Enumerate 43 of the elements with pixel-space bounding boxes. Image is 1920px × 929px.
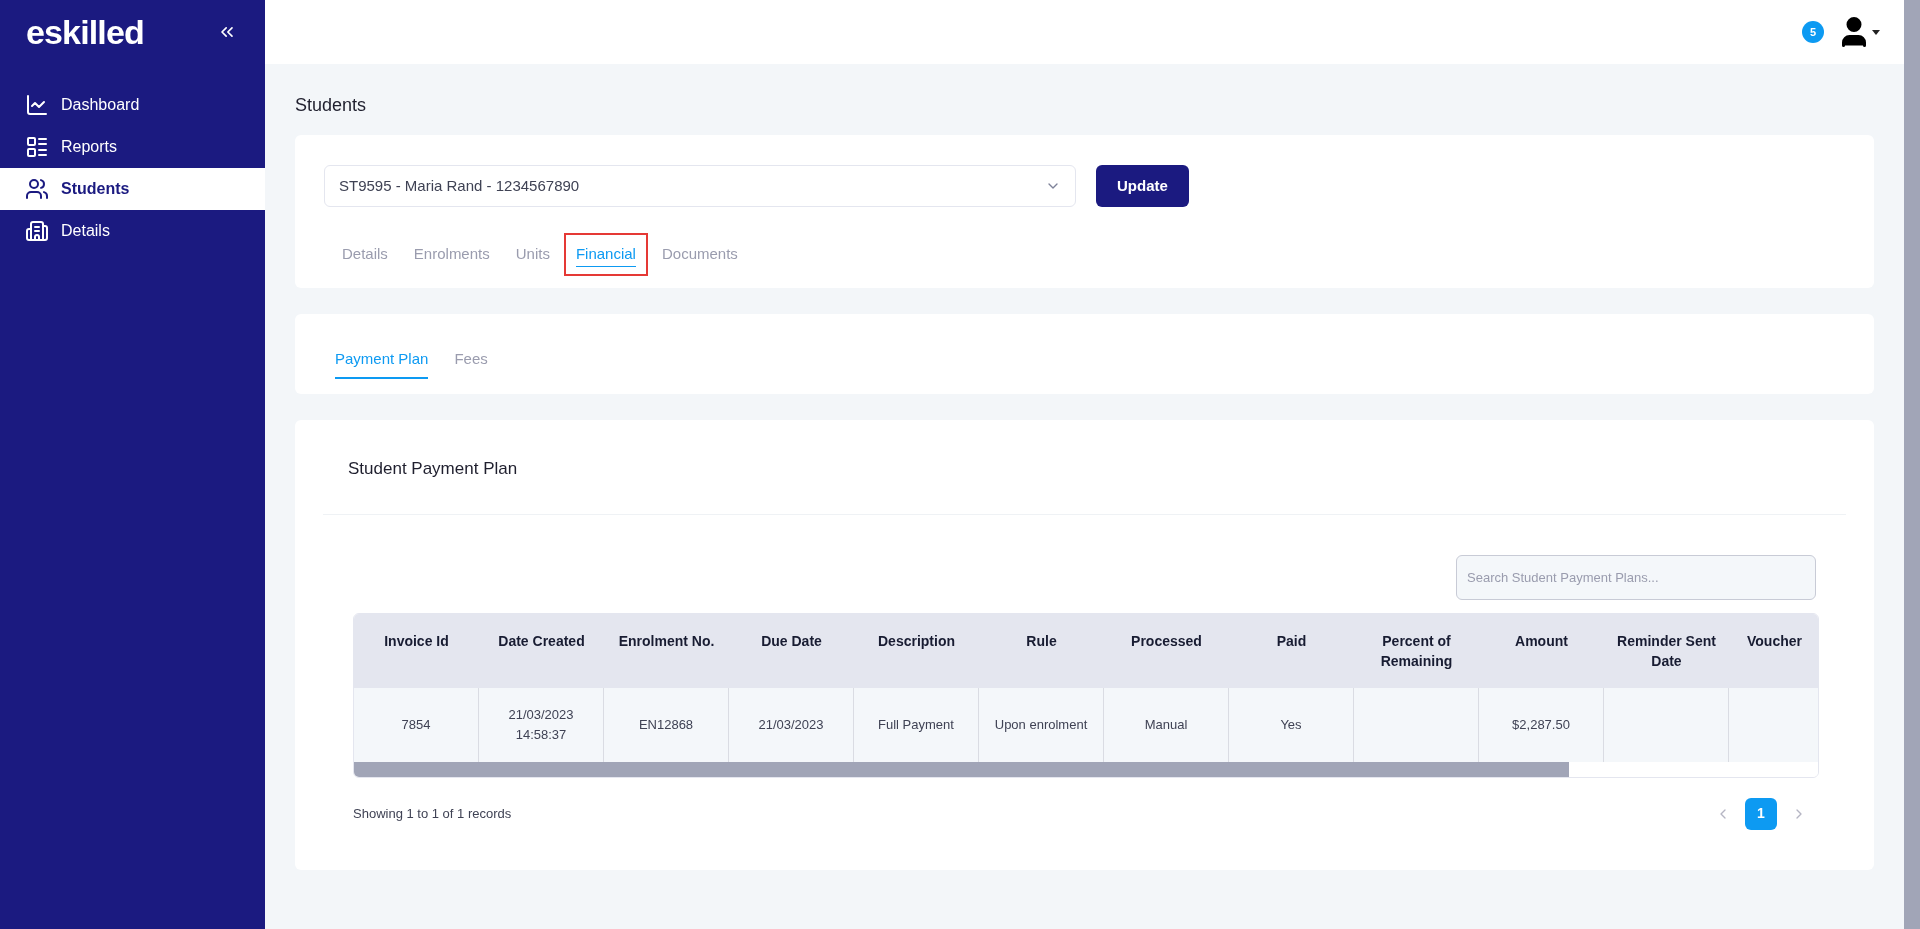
column-header[interactable]: Due Date: [761, 630, 822, 688]
table-cell: $2,287.50: [1479, 687, 1604, 762]
table-cell: 21/03/2023: [729, 687, 854, 762]
list-icon: [25, 135, 49, 159]
column-header[interactable]: Percent of Remaining: [1358, 630, 1475, 688]
student-select[interactable]: ST9595 - Maria Rand - 1234567890: [324, 165, 1076, 207]
column-header[interactable]: Description: [878, 630, 955, 688]
column-header[interactable]: Voucher: [1747, 630, 1802, 688]
column-header[interactable]: Date Created: [498, 630, 585, 688]
line-chart-icon: [25, 93, 49, 117]
sidebar-label: Students: [61, 179, 130, 199]
column-header[interactable]: Rule: [1026, 630, 1057, 688]
table-cell: Upon enrolment: [979, 687, 1104, 762]
sidebar-item[interactable]: Details: [0, 210, 265, 252]
column-header[interactable]: Reminder Sent Date: [1608, 630, 1725, 688]
panel-title: Student Payment Plan: [348, 457, 518, 480]
table-cell: Yes: [1229, 687, 1354, 762]
page-scrollbar[interactable]: [1904, 0, 1920, 929]
sidebar-item[interactable]: Reports: [0, 126, 265, 168]
sidebar-label: Dashboard: [61, 95, 140, 115]
sidebar-item[interactable]: Dashboard: [0, 84, 265, 126]
search-field[interactable]: Search Student Payment Plans...: [1456, 554, 1816, 600]
table-cell: EN12868: [604, 687, 729, 762]
sidebar-item[interactable]: Students: [0, 168, 265, 210]
users-icon: [25, 177, 49, 201]
building-icon: [25, 219, 49, 243]
logo[interactable]: eskilled: [26, 6, 144, 58]
column-header[interactable]: Invoice Id: [384, 630, 449, 688]
sidebar-label: Reports: [61, 137, 118, 157]
table-cell: 7854: [354, 687, 479, 762]
select-value: ST9595 - Maria Rand - 1234567890: [339, 175, 580, 196]
column-header[interactable]: Processed: [1131, 630, 1202, 688]
column-header[interactable]: Paid: [1276, 630, 1307, 688]
table-cell: Manual: [1104, 687, 1229, 762]
caret-icon: [1872, 29, 1880, 35]
page-title: Students: [295, 94, 368, 117]
records-summary: Showing 1 to 1 of 1 records: [353, 804, 512, 823]
table-cell: 21/03/2023 14:58:37: [479, 687, 604, 762]
sidebar-label: Details: [61, 221, 110, 241]
column-header[interactable]: Amount: [1515, 630, 1568, 688]
column-header[interactable]: Enrolment No.: [618, 630, 715, 688]
update-button[interactable]: Update: [1096, 165, 1189, 207]
table-cell: Full Payment: [854, 687, 979, 762]
